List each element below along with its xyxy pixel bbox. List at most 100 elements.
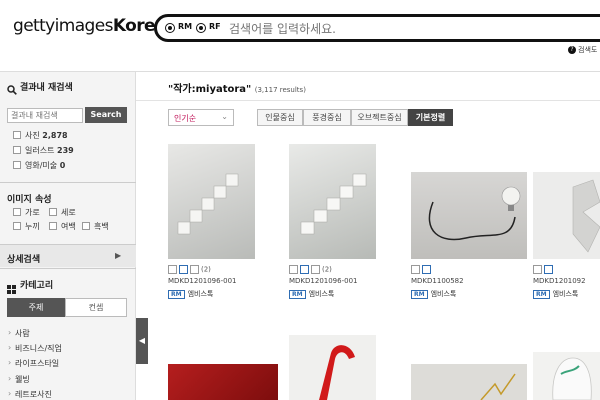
filter-photo: 사진 2,878: [25, 130, 68, 141]
checkbox-photo[interactable]: [13, 131, 21, 139]
header: gettyimagesKorea® RM RF ?검색도: [0, 0, 600, 72]
image-meta-icons: [533, 265, 555, 274]
image-thumbnail[interactable]: [289, 144, 376, 259]
search-help[interactable]: ? 검색도: [568, 45, 597, 55]
image-license: RM 엠비스톡: [533, 289, 578, 299]
attr-bw-label: 흑백: [94, 222, 109, 231]
rm-badge: RM: [168, 290, 185, 299]
filter-illustration-count: 239: [57, 146, 74, 155]
info-icon[interactable]: [544, 265, 553, 274]
gettyimages-logo[interactable]: gettyimagesKorea®: [13, 16, 173, 36]
info-icon[interactable]: [422, 265, 431, 274]
checkbox-film-art[interactable]: [13, 161, 21, 169]
radio-rm-label: RM: [178, 22, 193, 31]
advanced-search-toggle[interactable]: 상세검색 ▶: [0, 245, 136, 267]
image-thumbnail[interactable]: [533, 352, 600, 400]
category-item[interactable]: 사람: [15, 328, 30, 339]
view-tab-people[interactable]: 인물중심: [257, 109, 303, 126]
image-source: 엠비스톡: [187, 290, 214, 298]
results-title: "작가:miyatora" (3,117 results): [168, 80, 306, 95]
refine-search-input[interactable]: [7, 108, 83, 123]
radio-rf-label: RF: [209, 22, 221, 31]
sidebar-collapse-button[interactable]: ◀: [136, 318, 148, 364]
category-item[interactable]: 라이프스타일: [15, 358, 59, 369]
lightbox-icon[interactable]: [411, 265, 420, 274]
search-input[interactable]: [229, 19, 589, 38]
filter-film-art-count: 0: [59, 161, 66, 170]
image-meta-icons: (2): [168, 265, 211, 274]
category-item[interactable]: 비즈니스/직업: [15, 343, 62, 354]
rm-badge: RM: [411, 290, 428, 299]
image-source: 엠비스톡: [430, 290, 457, 298]
radio-rm[interactable]: [165, 23, 175, 33]
refine-search-button[interactable]: Search: [85, 107, 127, 123]
checkbox-illustration[interactable]: [13, 146, 21, 154]
image-meta-icons: (2): [289, 265, 332, 274]
image-license: RM 엠비스톡: [289, 289, 334, 299]
triangle-right-icon: ▶: [115, 251, 122, 260]
grid-icon: [7, 279, 16, 294]
similar-icon[interactable]: [190, 265, 199, 274]
divider: [0, 182, 136, 183]
view-tab-landscape[interactable]: 풍경중심: [303, 109, 351, 126]
rm-badge: RM: [533, 290, 550, 299]
similar-icon[interactable]: [311, 265, 320, 274]
lightbox-icon[interactable]: [533, 265, 542, 274]
image-code: MDKD1201096-001: [289, 277, 358, 285]
refine-title: 결과내 재검색: [20, 83, 73, 93]
image-code: MDKD1100582: [411, 277, 464, 285]
checkbox-cutout[interactable]: [13, 222, 21, 230]
chevron-down-icon: ⌄: [221, 112, 228, 121]
image-attr-title: 이미지 속성: [7, 195, 52, 205]
checkbox-copyspace[interactable]: [49, 222, 57, 230]
attr-horizontal-label: 가로: [25, 208, 40, 217]
question-icon: ?: [568, 46, 576, 54]
view-tab-default[interactable]: 기본정렬: [408, 109, 453, 126]
info-icon[interactable]: [179, 265, 188, 274]
attr-cutout-label: 누끼: [25, 222, 40, 231]
sort-select[interactable]: 인기순 ⌄: [168, 109, 234, 126]
divider: [136, 100, 600, 101]
checkbox-horizontal[interactable]: [13, 208, 21, 216]
image-code: MDKD1201092: [533, 277, 586, 285]
lightbox-icon[interactable]: [168, 265, 177, 274]
magnifier-icon: [7, 80, 17, 95]
category-tab-subject[interactable]: 주제: [7, 298, 65, 317]
chevron-right-icon: ›: [8, 389, 12, 398]
attr-vertical-label: 세로: [61, 208, 76, 217]
category-title: 카테고리: [20, 281, 54, 291]
similar-count: (2): [322, 265, 332, 274]
results-count: (3,117 results): [254, 86, 306, 94]
checkbox-vertical[interactable]: [49, 208, 57, 216]
category-item[interactable]: 레트로사진: [15, 389, 52, 400]
radio-rf[interactable]: [196, 23, 206, 33]
checkbox-bw[interactable]: [82, 222, 90, 230]
category-tab-concept[interactable]: 컨셉: [65, 298, 127, 317]
category-item[interactable]: 웰빙: [15, 374, 30, 385]
chevron-right-icon: ›: [8, 358, 12, 367]
image-thumbnail[interactable]: [411, 364, 527, 400]
filter-film-art-label: 영화/미술: [25, 161, 58, 170]
image-thumbnail[interactable]: [533, 172, 600, 259]
chevron-right-icon: ›: [8, 328, 12, 337]
info-icon[interactable]: [300, 265, 309, 274]
similar-count: (2): [201, 265, 211, 274]
image-license: RM 엠비스톡: [411, 289, 456, 299]
filter-film-art: 영화/미술 0: [25, 160, 65, 171]
chevron-right-icon: ›: [8, 374, 12, 383]
logo-text-light: gettyimages: [13, 16, 113, 36]
image-thumbnail[interactable]: [289, 335, 376, 400]
search-bar[interactable]: RM RF: [154, 14, 600, 42]
lightbox-icon[interactable]: [289, 265, 298, 274]
filter-photo-label: 사진: [25, 131, 40, 140]
query-title: "작가:miyatora": [168, 84, 252, 95]
attr-copyspace-label: 여백: [61, 222, 76, 231]
image-thumbnail[interactable]: [168, 364, 278, 400]
advanced-search-label: 상세검색: [7, 255, 41, 265]
sidebar: 결과내 재검색 Search 사진 2,878 일러스트 239 영화/미술 0…: [0, 72, 136, 400]
image-source: 엠비스톡: [308, 290, 335, 298]
view-tab-object[interactable]: 오브젝트중심: [351, 109, 408, 126]
image-thumbnail[interactable]: [168, 144, 255, 259]
filter-illustration: 일러스트 239: [25, 145, 74, 156]
image-thumbnail[interactable]: [411, 172, 527, 259]
